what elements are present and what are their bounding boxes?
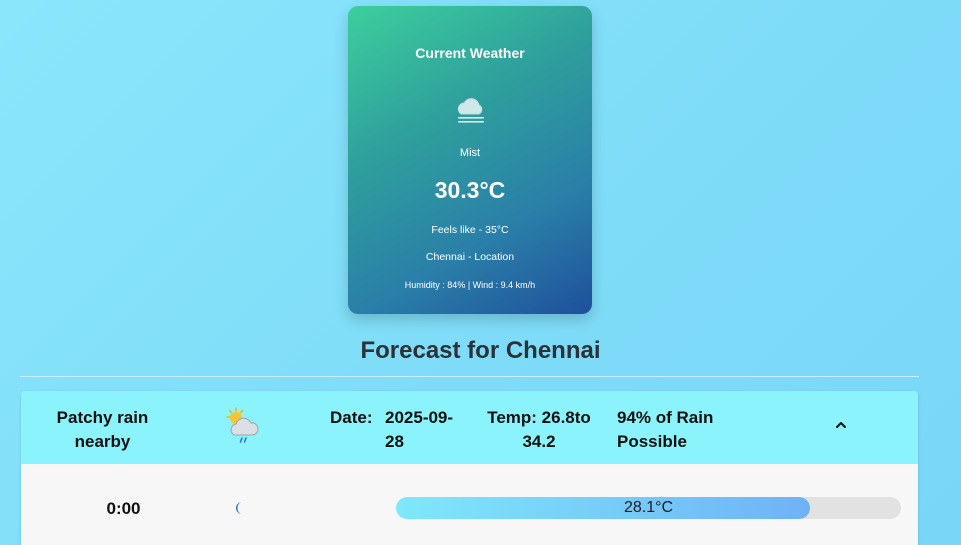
current-weather-card: Current Weather Mist 30.3°C Feels like -… <box>348 6 592 314</box>
mist-cloud-icon <box>457 98 484 123</box>
day-condition: Patchy rain nearby <box>56 408 149 451</box>
card-title: Current Weather <box>415 45 525 61</box>
feels-like: Feels like - 35°C <box>431 224 509 236</box>
patchy-rain-icon <box>226 407 259 443</box>
forecast-title: Forecast for Chennai <box>360 337 601 364</box>
date-label: Date: <box>330 408 373 427</box>
humidity-wind: Humidity : 84% | Wind : 9.4 km/h <box>404 280 536 290</box>
location: Chennai - Location <box>425 251 515 263</box>
forecast-day-header[interactable]: Patchy rain nearby Date: 2025-09-28 Temp… <box>21 391 918 464</box>
weather-condition: Mist <box>459 147 481 159</box>
hourly-row: 0:00 28.1°C <box>21 464 918 545</box>
forecast-day-panel: Patchy rain nearby Date: 2025-09-28 Temp… <box>21 391 918 545</box>
chevron-up-icon[interactable] <box>833 417 849 433</box>
hour-time: 0:00 <box>106 499 141 518</box>
date-value: 2025-09-28 <box>385 408 454 451</box>
rain-chance: 94% of Rain Possible <box>617 408 714 451</box>
current-temperature: 30.3°C <box>434 177 506 203</box>
divider <box>20 376 919 377</box>
crescent-moon-icon <box>236 502 242 514</box>
temperature-range: Temp: 26.8to 34.2 <box>487 408 591 451</box>
hour-temperature: 28.1°C <box>623 499 674 516</box>
temperature-bar: 28.1°C <box>396 497 901 519</box>
